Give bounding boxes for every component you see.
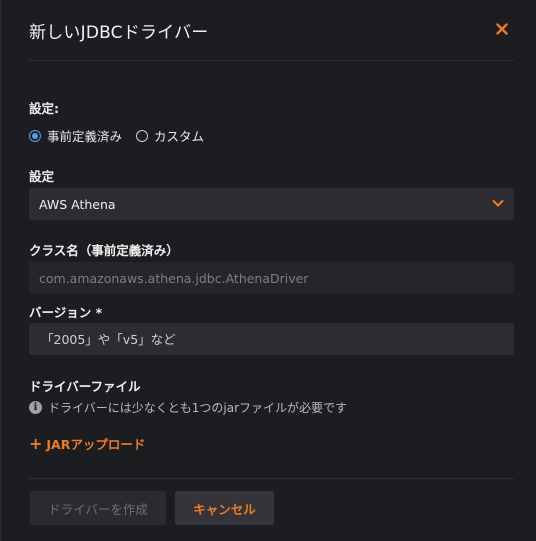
- radio-checked-icon: [29, 129, 41, 142]
- version-label: バージョン *: [29, 305, 103, 320]
- settings-mode-radio-group: 事前定義済み カスタム: [29, 126, 218, 145]
- radio-predefined[interactable]: 事前定義済み: [29, 126, 122, 145]
- config-label: 設定: [29, 169, 55, 184]
- info-icon: i: [29, 401, 42, 414]
- radio-predefined-label: 事前定義済み: [47, 129, 123, 144]
- footer-divider: [29, 478, 514, 479]
- settings-mode-label: 設定:: [29, 101, 59, 116]
- radio-unchecked-icon: [136, 129, 149, 142]
- config-select-value: AWS Athena: [39, 196, 116, 212]
- driver-file-label: ドライバーファイル: [29, 379, 141, 394]
- radio-custom[interactable]: カスタム: [136, 126, 204, 145]
- config-select[interactable]: AWS Athena: [29, 188, 514, 220]
- version-input[interactable]: [41, 323, 514, 355]
- class-name-value: com.amazonaws.athena.jdbc.AthenaDriver: [39, 270, 309, 286]
- close-icon[interactable]: [492, 19, 512, 39]
- header-divider: [29, 60, 514, 61]
- class-name-field: com.amazonaws.athena.jdbc.AthenaDriver: [29, 262, 514, 294]
- radio-custom-label: カスタム: [154, 129, 205, 144]
- dialog-title: 新しいJDBCドライバー: [29, 23, 209, 43]
- plus-icon: +: [29, 434, 43, 453]
- driver-file-info-text: ドライバーには少なくとも1つのjarファイルが必要です: [48, 401, 348, 415]
- driver-file-info: i ドライバーには少なくとも1つのjarファイルが必要です: [29, 399, 347, 416]
- cancel-button[interactable]: キャンセル: [175, 491, 274, 525]
- jar-upload-label: JARアップロード: [46, 437, 146, 452]
- version-input-wrapper: [29, 323, 514, 355]
- class-name-label: クラス名（事前定義済み）: [29, 243, 179, 258]
- new-jdbc-driver-dialog: 新しいJDBCドライバー 設定: 事前定義済み カスタム 設定 AWS Athe…: [0, 0, 536, 541]
- chevron-down-icon: [492, 197, 504, 212]
- create-driver-button[interactable]: ドライバーを作成: [30, 491, 166, 525]
- jar-upload-button[interactable]: + JARアップロード: [29, 434, 145, 453]
